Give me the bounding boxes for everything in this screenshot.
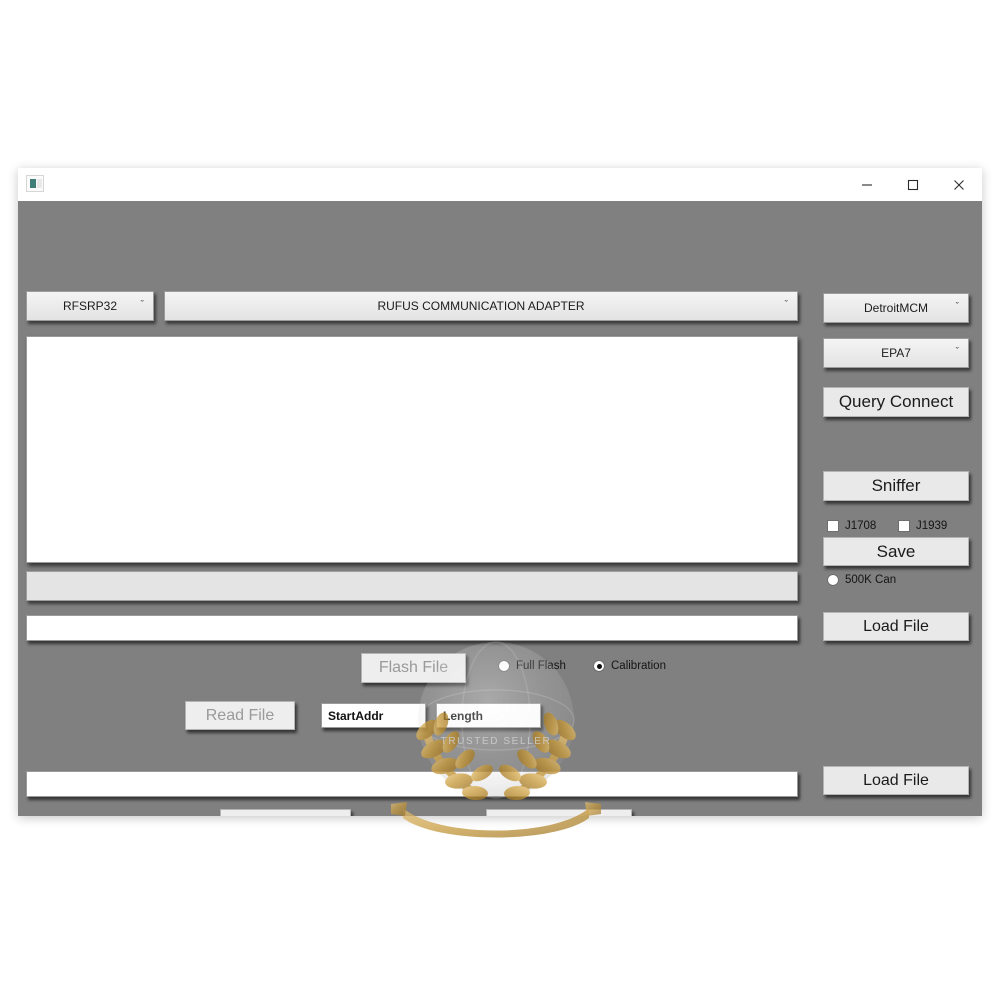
radio-icon: [827, 574, 839, 586]
sniffer-button[interactable]: Sniffer: [823, 471, 969, 501]
ecu-select[interactable]: DetroitMCM ˇ: [823, 293, 969, 323]
sniffer-label: Sniffer: [871, 476, 921, 495]
mode-full-flash-label: Full Flash: [516, 660, 566, 672]
device-select-value: RFSRP32: [62, 299, 118, 313]
maximize-icon[interactable]: [890, 168, 936, 201]
restore-path-input[interactable]: [26, 771, 798, 797]
load-file-restore-label: Load File: [863, 771, 929, 789]
title-bar: [18, 168, 982, 202]
chevron-down-icon: ˇ: [955, 301, 959, 313]
checkbox-icon: [827, 520, 839, 532]
radio-icon: [593, 660, 605, 672]
checkbox-icon: [898, 520, 910, 532]
ecu-select-value: DetroitMCM: [863, 301, 928, 315]
length-value: Length: [443, 708, 483, 723]
adapter-select-value: RUFUS COMMUNICATION ADAPTER: [377, 299, 585, 313]
query-connect-button[interactable]: Query Connect: [823, 387, 969, 417]
minimize-icon[interactable]: [844, 168, 890, 201]
flash-file-label: Flash File: [378, 659, 449, 676]
window-controls: [844, 168, 982, 201]
chevron-down-icon: ˇ: [955, 346, 959, 358]
can-speed-radio-500k[interactable]: 500K Can: [827, 574, 896, 586]
read-file-label: Read File: [205, 706, 275, 724]
write-restore-button[interactable]: Write Restore: [486, 809, 632, 816]
save-button[interactable]: Save: [823, 537, 969, 566]
read-restore-label: Read Restore: [236, 815, 335, 817]
protocol-checkbox-j1939[interactable]: J1939: [898, 520, 947, 532]
length-input[interactable]: Length: [436, 703, 541, 728]
start-addr-value: StartAddr: [328, 708, 384, 723]
screenshot-canvas: RFSRP32 ˇ RUFUS COMMUNICATION ADAPTER ˇ: [0, 0, 1000, 1000]
start-addr-input[interactable]: StartAddr: [321, 703, 426, 728]
protocol-j1939-label: J1939: [916, 520, 948, 532]
load-file-flash-button[interactable]: Load File: [823, 612, 969, 641]
log-textarea[interactable]: [26, 336, 798, 563]
emissions-select[interactable]: EPA7 ˇ: [823, 338, 969, 368]
close-icon[interactable]: [936, 168, 982, 201]
emissions-select-value: EPA7: [881, 346, 911, 360]
protocol-j1708-label: J1708: [845, 520, 877, 532]
application-window: RFSRP32 ˇ RUFUS COMMUNICATION ADAPTER ˇ: [18, 168, 982, 816]
mode-radio-calibration[interactable]: Calibration: [593, 660, 666, 672]
read-restore-button[interactable]: Read Restore: [220, 809, 351, 816]
chevron-down-icon: ˇ: [784, 299, 788, 311]
read-file-button[interactable]: Read File: [185, 701, 295, 730]
progress-bar: [26, 571, 798, 601]
adapter-select[interactable]: RUFUS COMMUNICATION ADAPTER ˇ: [164, 291, 798, 321]
load-file-flash-label: Load File: [863, 617, 929, 635]
mode-radio-full-flash[interactable]: Full Flash: [498, 660, 566, 672]
can-speed-500k-label: 500K Can: [845, 574, 897, 586]
flash-file-button[interactable]: Flash File: [361, 653, 466, 683]
save-label: Save: [876, 541, 916, 561]
mode-calibration-label: Calibration: [611, 660, 666, 672]
query-connect-label: Query Connect: [838, 392, 954, 411]
load-file-restore-button[interactable]: Load File: [823, 766, 969, 795]
chevron-down-icon: ˇ: [140, 299, 144, 311]
protocol-checkbox-j1708[interactable]: J1708: [827, 520, 876, 532]
device-select[interactable]: RFSRP32 ˇ: [26, 291, 154, 321]
radio-icon: [498, 660, 510, 672]
flash-path-input[interactable]: [26, 615, 798, 641]
write-restore-label: Write Restore: [510, 815, 608, 817]
application-body: RFSRP32 ˇ RUFUS COMMUNICATION ADAPTER ˇ: [18, 201, 982, 816]
app-icon: [26, 175, 44, 192]
